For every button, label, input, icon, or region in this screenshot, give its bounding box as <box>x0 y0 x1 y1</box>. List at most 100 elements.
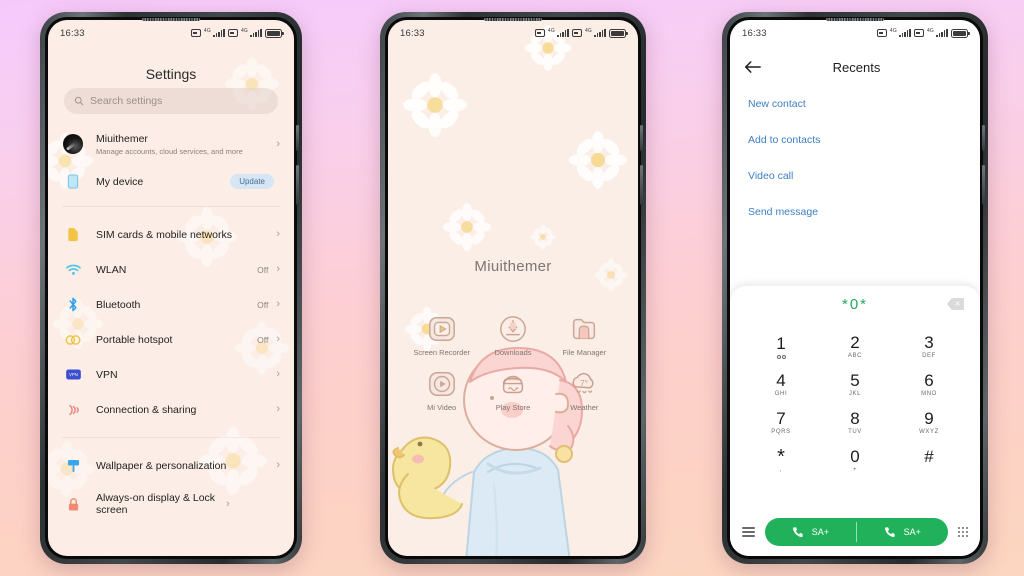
sidebar-item-label: Wallpaper & personalization <box>96 459 227 472</box>
dialpad-key-star[interactable]: * , <box>744 442 818 480</box>
phone-device-dialer: 16:33 4G 4G Recents New contact Add to c… <box>722 12 988 564</box>
status-bar: 16:33 4G 4G <box>48 20 294 46</box>
dialpad-keys: 1 2 ABC 3 DEF 4 GHI 5 JKL 6 MNO 7 PQRS 8… <box>730 322 980 480</box>
search-input[interactable]: Search settings <box>64 88 278 114</box>
dialpad-key-4[interactable]: 4 GHI <box>744 366 818 404</box>
volume-button[interactable] <box>982 125 985 151</box>
chevron-right-icon: › <box>276 298 280 310</box>
play-store-icon <box>502 375 524 394</box>
connection-sharing-icon <box>62 403 84 417</box>
key-letters: WXYZ <box>919 429 939 435</box>
sidebar-item-label: Always-on display & Lock screen <box>96 492 216 516</box>
dialpad-key-7[interactable]: 7 PQRS <box>744 404 818 442</box>
app-label: Screen Recorder <box>413 348 471 357</box>
home-screen: 16:33 4G 4G Miuithemer Screen Recorder D… <box>388 20 638 556</box>
sidebar-item-label: SIM cards & mobile networks <box>96 228 232 241</box>
daisy-decoration-icon <box>569 131 627 189</box>
power-button[interactable] <box>982 165 985 205</box>
dialpad-key-9[interactable]: 9 WXYZ <box>892 404 966 442</box>
app-downloads[interactable]: Downloads <box>477 314 548 357</box>
key-letters: PQRS <box>771 429 791 435</box>
account-subtitle: Manage accounts, cloud services, and mor… <box>96 146 243 156</box>
dialpad-key-8[interactable]: 8 TUV <box>818 404 892 442</box>
app-icon-grid: Screen Recorder Downloads File Manager M… <box>406 314 620 412</box>
link-add-to-contacts[interactable]: Add to contacts <box>748 134 962 146</box>
network-type-label-2: 4G <box>240 28 249 34</box>
status-time: 16:33 <box>60 27 85 39</box>
earpiece-speaker <box>142 18 200 21</box>
battery-icon <box>951 28 970 38</box>
key-digit: * <box>777 446 785 468</box>
dialpad-key-5[interactable]: 5 JKL <box>818 366 892 404</box>
dialpad-key-3[interactable]: 3 DEF <box>892 328 966 366</box>
page-title: Settings <box>145 66 197 82</box>
sidebar-item-sim-cards[interactable]: SIM cards & mobile networks › <box>48 217 294 252</box>
call-button-sim1[interactable]: SA+ <box>765 526 856 538</box>
status-time: 16:33 <box>400 27 425 39</box>
signal-2-icon: 4G <box>585 29 606 37</box>
key-letters: + <box>852 467 858 473</box>
update-badge[interactable]: Update <box>230 174 274 189</box>
dialer-header: Recents <box>730 54 980 80</box>
bluetooth-icon <box>62 297 84 312</box>
app-label: Play Store <box>495 403 531 412</box>
app-play-store[interactable]: Play Store <box>477 369 548 412</box>
call-button-label: SA+ <box>811 527 830 537</box>
mi-video-icon <box>428 372 455 396</box>
dialpad-key-0[interactable]: 0 + <box>818 442 892 480</box>
settings-group-network: SIM cards & mobile networks › WLAN Off › <box>48 214 294 430</box>
device-icon <box>62 174 84 189</box>
link-send-message[interactable]: Send message <box>748 206 962 218</box>
key-letters: , <box>779 467 783 473</box>
dialpad-key-hash[interactable]: # <box>892 442 966 480</box>
sidebar-item-account[interactable]: Miuithemer Manage accounts, cloud servic… <box>48 124 294 164</box>
dialpad-key-6[interactable]: 6 MNO <box>892 366 966 404</box>
volume-button[interactable] <box>296 125 299 151</box>
signal-1-icon: 4G <box>548 29 569 37</box>
key-digit: 6 <box>924 371 934 390</box>
sidebar-item-wallpaper[interactable]: Wallpaper & personalization › <box>48 448 294 483</box>
chevron-right-icon: › <box>276 333 280 345</box>
status-time: 16:33 <box>742 27 767 39</box>
key-digit: # <box>924 447 934 466</box>
sidebar-item-vpn[interactable]: VPN VPN › <box>48 357 294 392</box>
dialpad-key-2[interactable]: 2 ABC <box>818 328 892 366</box>
sidebar-item-connection-sharing[interactable]: Connection & sharing › <box>48 392 294 427</box>
sim-card-icon <box>62 227 84 242</box>
app-file-manager[interactable]: File Manager <box>549 314 620 357</box>
sim-card-status-icon-2 <box>227 29 238 37</box>
link-new-contact[interactable]: New contact <box>748 98 962 110</box>
sidebar-item-lock-screen[interactable]: Always-on display & Lock screen › <box>48 483 294 525</box>
sidebar-item-value: Off <box>257 334 269 345</box>
phone-bezel: 16:33 4G 4G Miuithemer Screen Recorder D… <box>385 17 643 559</box>
backspace-icon[interactable]: ✕ <box>947 298 964 310</box>
phone-call-icon <box>884 527 895 537</box>
account-name: Miuithemer <box>96 132 148 145</box>
app-weather[interactable]: 7° Weather <box>549 369 620 412</box>
dialpad-key-1[interactable]: 1 <box>744 328 818 366</box>
key-letters: TUV <box>848 429 862 435</box>
phone1-screen: 16:33 4G 4G Settings Search settings Miu… <box>48 20 294 556</box>
power-button[interactable] <box>296 165 299 205</box>
volume-button[interactable] <box>640 125 643 151</box>
power-button[interactable] <box>640 165 643 205</box>
wifi-icon <box>62 264 84 276</box>
status-icons: 4G 4G <box>534 28 628 38</box>
app-screen-recorder[interactable]: Screen Recorder <box>406 314 477 357</box>
sidebar-item-portable-hotspot[interactable]: Portable hotspot Off › <box>48 322 294 357</box>
sidebar-item-my-device[interactable]: My device Update <box>48 164 294 199</box>
settings-list: Miuithemer Manage accounts, cloud servic… <box>48 124 294 556</box>
sim-card-status-icon-2 <box>913 29 924 37</box>
app-mi-video[interactable]: Mi Video <box>406 369 477 412</box>
link-video-call[interactable]: Video call <box>748 170 962 182</box>
call-button-sim2[interactable]: SA+ <box>857 526 948 538</box>
hamburger-menu-icon[interactable] <box>742 527 755 537</box>
avatar <box>62 134 84 154</box>
keypad-grid-icon[interactable] <box>957 526 968 538</box>
signal-2-icon: 4G <box>241 29 262 37</box>
phone-bezel: 16:33 4G 4G <box>45 17 299 559</box>
sidebar-item-bluetooth[interactable]: Bluetooth Off › <box>48 287 294 322</box>
status-bar: 16:33 4G 4G <box>730 20 980 46</box>
sidebar-item-wlan[interactable]: WLAN Off › <box>48 252 294 287</box>
phone2-screen: 16:33 4G 4G Miuithemer Screen Recorder D… <box>388 20 638 556</box>
